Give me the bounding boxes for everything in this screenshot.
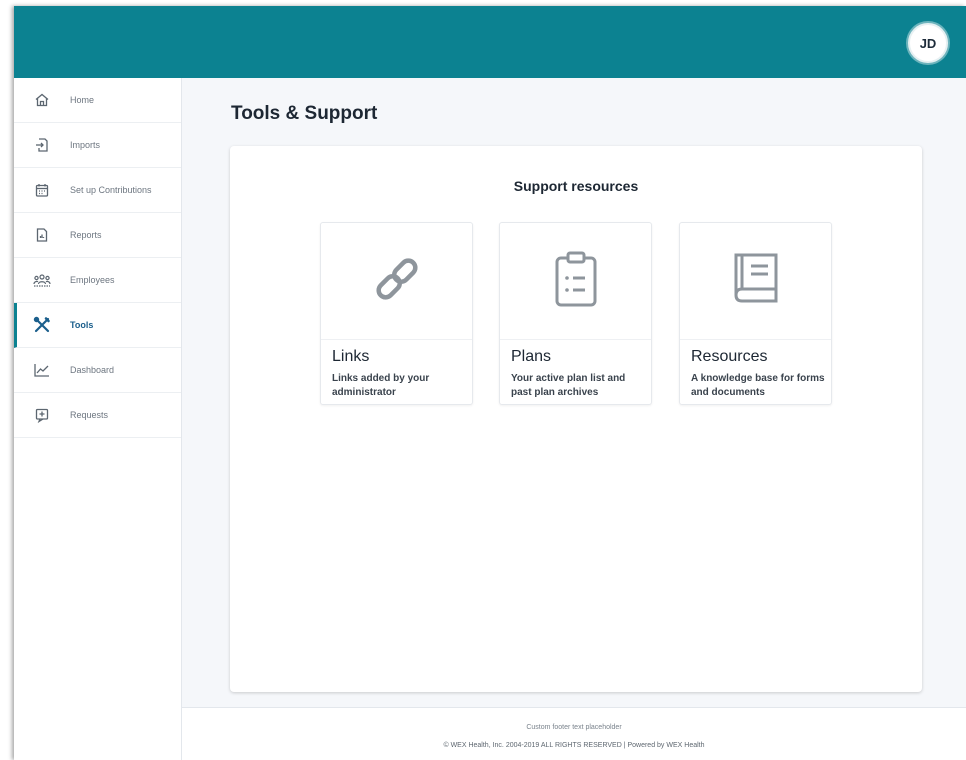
footer-copyright: © WEX Health, Inc. 2004-2019 ALL RIGHTS … (443, 742, 705, 749)
card-art (680, 223, 831, 340)
calendar-icon (32, 180, 52, 200)
sidebar-item-label: Employees (70, 275, 115, 285)
sidebar-item-home[interactable]: Home (14, 78, 181, 123)
sidebar-item-label: Set up Contributions (70, 185, 152, 195)
card-title: Resources (691, 348, 768, 365)
book-icon (728, 249, 784, 314)
card-links[interactable]: Links Links added by your administrator (320, 222, 473, 405)
card-art (321, 223, 472, 340)
user-avatar[interactable]: JD (908, 23, 948, 63)
app-window: JD Home Imports Set up Contributions Rep… (14, 6, 966, 760)
page-title: Tools & Support (231, 103, 378, 124)
card-plans[interactable]: Plans Your active plan list and past pla… (499, 222, 652, 405)
sidebar-item-label: Tools (70, 320, 94, 330)
sidebar-item-requests[interactable]: Requests (14, 393, 181, 438)
card-art (500, 223, 651, 340)
support-resources-panel: Support resources Links Links added by y… (230, 146, 922, 692)
clipboard-icon (552, 249, 600, 314)
card-title: Plans (511, 348, 552, 365)
card-description: Your active plan list and past plan arch… (511, 373, 626, 398)
home-icon (32, 90, 52, 110)
footer: Custom footer text placeholder © WEX Hea… (182, 707, 966, 760)
sidebar-item-label: Imports (70, 140, 101, 150)
sidebar-item-label: Requests (70, 410, 109, 420)
tools-icon (32, 315, 52, 335)
panel-title: Support resources (513, 178, 639, 194)
card-resources[interactable]: Resources A knowledge base for forms and… (679, 222, 832, 405)
chart-icon (32, 360, 52, 380)
sidebar-item-contributions[interactable]: Set up Contributions (14, 168, 181, 213)
import-icon (32, 135, 52, 155)
sidebar-item-label: Home (70, 95, 95, 105)
report-icon (32, 225, 52, 245)
sidebar-item-label: Reports (70, 230, 102, 240)
sidebar-item-dashboard[interactable]: Dashboard (14, 348, 181, 393)
top-bar: JD (14, 6, 966, 78)
sidebar-item-reports[interactable]: Reports (14, 213, 181, 258)
sidebar-item-imports[interactable]: Imports (14, 123, 181, 168)
card-title: Links (332, 348, 370, 365)
card-description: Links added by your administrator (332, 373, 430, 398)
employees-icon (32, 270, 52, 290)
sidebar-item-label: Dashboard (70, 365, 115, 375)
footer-custom-text: Custom footer text placeholder (526, 724, 622, 731)
card-description: A knowledge base for forms and documents (691, 373, 825, 398)
request-icon (32, 405, 52, 425)
sidebar-item-tools[interactable]: Tools (14, 303, 181, 348)
link-icon (369, 251, 425, 312)
sidebar: Home Imports Set up Contributions Report… (14, 78, 182, 760)
sidebar-item-employees[interactable]: Employees (14, 258, 181, 303)
